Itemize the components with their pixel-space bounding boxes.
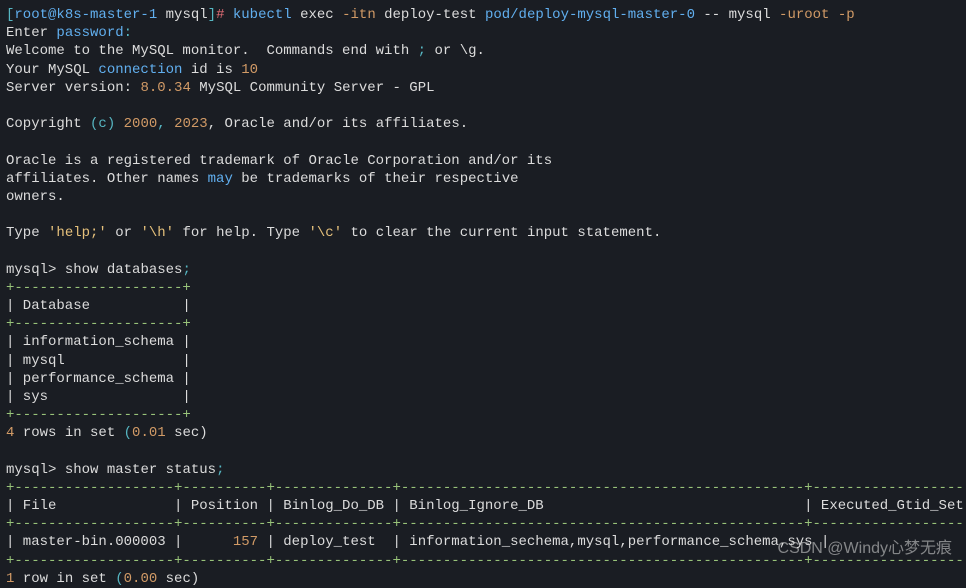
terminal-output[interactable]: [root@k8s-master-1 mysql]# kubectl exec …	[6, 6, 960, 588]
table-border: +-------------------+----------+--------…	[6, 480, 966, 496]
table-row: | performance_schema |	[6, 371, 191, 387]
table-row: | sys |	[6, 389, 191, 405]
prompt-hash: #	[216, 7, 224, 23]
table-row: | mysql |	[6, 353, 191, 369]
table-header: | File | Position | Binlog_Do_DB | Binlo…	[6, 498, 966, 514]
query-show-databases: show databases	[65, 262, 183, 278]
connection-id: 10	[241, 62, 258, 78]
table-border: +--------------------+	[6, 280, 191, 296]
row-count: 4	[6, 425, 14, 441]
table-row: | master-bin.000003 |	[6, 534, 233, 550]
prompt-dir: mysql	[166, 7, 208, 23]
mysql-prompt: mysql>	[6, 262, 56, 278]
pod-name: pod/deploy-mysql-master-0	[485, 7, 695, 23]
cmd-kubectl: kubectl	[233, 7, 292, 23]
watermark: CSDN @Windy心梦无痕	[778, 539, 952, 560]
row-count: 1	[6, 571, 14, 587]
prompt-user: root@k8s-master-1	[14, 7, 157, 23]
table-header: | Database |	[6, 298, 191, 314]
mysql-prompt: mysql>	[6, 462, 56, 478]
query-show-master-status: show master status	[65, 462, 216, 478]
table-row: | information_schema |	[6, 334, 191, 350]
mysql-version: 8.0.34	[140, 80, 190, 96]
